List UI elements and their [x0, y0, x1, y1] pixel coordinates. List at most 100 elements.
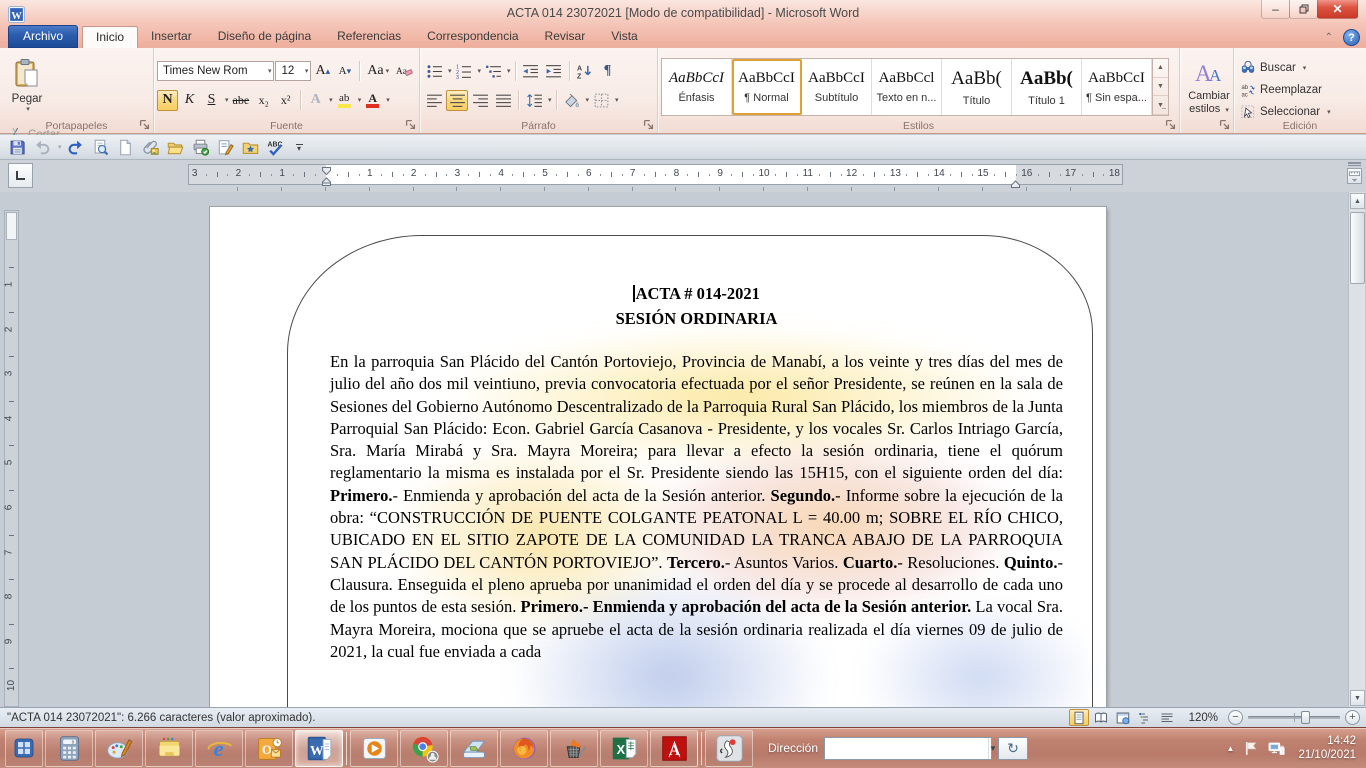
open-button[interactable] — [165, 137, 187, 158]
shading-button[interactable] — [561, 90, 583, 111]
split-window-handle[interactable] — [1348, 162, 1361, 166]
save-button[interactable] — [6, 137, 28, 158]
font-family-combo[interactable]: Times New Rom▾ — [157, 61, 274, 81]
taskbar-scanner-app[interactable] — [450, 730, 498, 767]
style--sin-espa-[interactable]: AaBbCcI¶ Sin espa... — [1082, 59, 1152, 115]
find-button[interactable]: Buscar▾ — [1241, 59, 1359, 77]
clear-formatting-button[interactable]: Aa — [393, 61, 416, 82]
tab-inicio[interactable]: Inicio — [82, 26, 138, 48]
select-button[interactable]: Seleccionar▾ — [1241, 103, 1359, 121]
attach-file-button[interactable] — [140, 137, 162, 158]
taskbar-chrome-app[interactable] — [400, 730, 448, 767]
minimize-button[interactable]: – — [1261, 0, 1290, 19]
taskbar-media-player-app[interactable] — [350, 730, 398, 767]
zoom-out-button[interactable]: − — [1228, 710, 1243, 725]
tab-correspondencia[interactable]: Correspondencia — [414, 26, 531, 48]
redo-button[interactable] — [65, 137, 87, 158]
align-left-button[interactable] — [423, 90, 445, 111]
style-título-1[interactable]: AaBb(Título 1 — [1012, 59, 1082, 115]
indent-marker[interactable] — [322, 175, 331, 189]
borders-button[interactable] — [590, 90, 612, 111]
help-icon[interactable]: ? — [1343, 29, 1360, 46]
collapse-ribbon-icon[interactable]: ⌃ — [1321, 31, 1337, 44]
scroll-up-icon[interactable]: ▲ — [1350, 193, 1365, 209]
new-document-button[interactable] — [115, 137, 137, 158]
style-texto-en-n-[interactable]: AaBbCclTexto en n... — [872, 59, 942, 115]
address-dropdown-icon[interactable]: ▼ — [988, 738, 997, 759]
bullets-button[interactable] — [423, 61, 445, 82]
action-center-flag-icon[interactable] — [1242, 740, 1259, 756]
taskbar-start-button[interactable] — [5, 730, 43, 767]
view-print-layout-button[interactable] — [1069, 709, 1089, 726]
document-text[interactable]: ACTA # 014-2021 SESIÓN ORDINARIA En la p… — [330, 281, 1063, 663]
view-fullscreen-reading-button[interactable] — [1091, 709, 1111, 726]
undo-button[interactable] — [31, 137, 53, 158]
taskbar-internet-explorer-app[interactable]: e — [195, 730, 243, 767]
taskbar-outlook-app[interactable]: O — [245, 730, 293, 767]
increase-indent-button[interactable] — [543, 61, 565, 82]
vertical-ruler[interactable]: 12345678910 — [4, 210, 19, 707]
style-subtítulo[interactable]: AaBbCcISubtítulo — [802, 59, 872, 115]
zoom-level[interactable]: 120% — [1189, 712, 1218, 724]
horizontal-ruler[interactable]: 321123456789101112131415161718 — [188, 164, 1123, 185]
tab-dise-o-de-p-gina[interactable]: Diseño de página — [205, 26, 324, 48]
decrease-indent-button[interactable] — [520, 61, 542, 82]
vertical-scrollbar[interactable]: ▲ ▼ — [1348, 192, 1365, 707]
line-spacing-button[interactable] — [523, 90, 545, 111]
tab-vista[interactable]: Vista — [598, 26, 650, 48]
styles-scroll-down-icon[interactable]: ▼ — [1153, 78, 1168, 97]
scroll-down-icon[interactable]: ▼ — [1350, 690, 1365, 706]
restore-button[interactable] — [1289, 0, 1318, 19]
align-center-button[interactable] — [446, 90, 468, 111]
view-outline-button[interactable] — [1135, 709, 1155, 726]
styles-more-icon[interactable]: ▼̲ — [1153, 96, 1168, 115]
justify-button[interactable] — [492, 90, 514, 111]
strikethrough-button[interactable]: abe — [230, 90, 253, 111]
clipboard-dialog-launcher[interactable] — [138, 118, 151, 131]
multilevel-list-button[interactable] — [482, 61, 504, 82]
underline-button[interactable]: S — [201, 90, 222, 111]
tab-insertar[interactable]: Insertar — [138, 26, 205, 48]
font-color-button[interactable]: A — [362, 90, 383, 111]
styles-scroll-up-icon[interactable]: ▲ — [1153, 59, 1168, 78]
taskbar-file-explorer-app[interactable] — [145, 730, 193, 767]
print-preview-button[interactable] — [90, 137, 112, 158]
document-page[interactable]: ACTA # 014-2021 SESIÓN ORDINARIA En la p… — [210, 207, 1106, 707]
show-marks-button[interactable]: ¶ — [597, 61, 619, 82]
text-effects-button[interactable]: A — [305, 90, 326, 111]
scrollbar-thumb[interactable] — [1350, 212, 1365, 284]
zoom-slider-handle[interactable] — [1301, 711, 1310, 724]
tab-stop-selector[interactable] — [8, 163, 33, 188]
zoom-slider[interactable]: − + — [1228, 710, 1360, 725]
quick-print-button[interactable] — [190, 137, 212, 158]
zoom-in-button[interactable]: + — [1345, 710, 1360, 725]
view-draft-button[interactable] — [1157, 709, 1177, 726]
close-button[interactable]: ✕ — [1317, 0, 1358, 19]
paste-button[interactable]: Pegar ▾ — [6, 54, 48, 118]
style-título[interactable]: AaBb(Título — [942, 59, 1012, 115]
grow-font-button[interactable]: A▴ — [312, 61, 333, 82]
network-icon[interactable] — [1267, 740, 1286, 756]
tab-referencias[interactable]: Referencias — [324, 26, 414, 48]
folder-favorites-button[interactable] — [240, 137, 262, 158]
font-size-combo[interactable]: 12▾ — [275, 61, 311, 81]
indent-marker[interactable] — [1011, 177, 1020, 191]
status-message[interactable]: "ACTA 014 23072021": 6.266 caracteres (v… — [0, 712, 315, 724]
align-right-button[interactable] — [469, 90, 491, 111]
bold-button[interactable]: N — [157, 90, 178, 111]
edit-document-button[interactable] — [215, 137, 237, 158]
taskbar-java-app[interactable] — [705, 730, 753, 767]
change-styles-button[interactable]: AA Cambiarestilos ▾ — [1183, 56, 1235, 117]
taskbar-calculator-app[interactable]: 0 — [45, 730, 93, 767]
paragraph-dialog-launcher[interactable] — [642, 118, 655, 131]
style-énfasis[interactable]: AaBbCcIÉnfasis — [662, 59, 732, 115]
replace-button[interactable]: abacReemplazar — [1241, 81, 1359, 99]
sort-button[interactable]: AZ — [574, 61, 596, 82]
superscript-button[interactable]: x² — [275, 90, 296, 111]
italic-button[interactable]: K — [179, 90, 200, 111]
hidden-icons-chevron[interactable]: ▲ — [1227, 744, 1235, 753]
address-refresh-button[interactable]: ↻ — [998, 737, 1028, 760]
tab-revisar[interactable]: Revisar — [532, 26, 599, 48]
taskbar-clock[interactable]: 14:42 21/10/2021 — [1294, 734, 1356, 762]
font-dialog-launcher[interactable] — [404, 118, 417, 131]
